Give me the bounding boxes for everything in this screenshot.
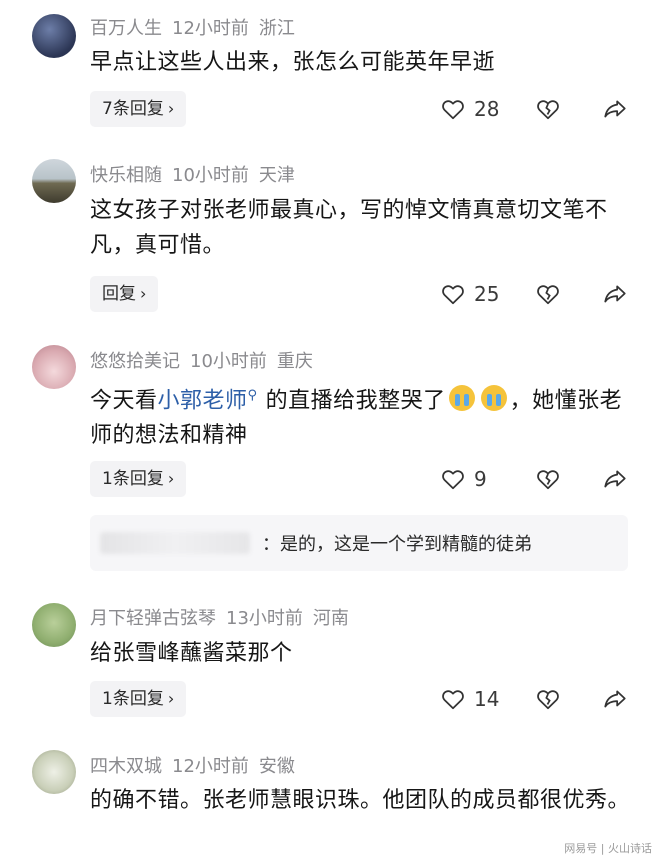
dislike-button[interactable] [535,276,561,312]
reply-label: 1条回复 [102,469,164,489]
comment-text: 的确不错。张老师慧眼识珠。他团队的成员都很优秀。 [90,788,631,813]
chevron-right-icon: › [167,469,175,488]
comment-actions: 9 [440,461,640,497]
timestamp: 12小时前 [172,756,249,777]
location: 天津 [258,165,295,186]
username[interactable]: 月下轻弹古弦琴 [90,608,216,629]
share-button[interactable] [602,276,628,312]
chevron-right-icon: › [140,284,147,303]
share-button[interactable] [602,461,628,497]
heart-outline-icon [442,100,464,120]
avatar[interactable] [32,159,76,203]
location: 安徽 [258,756,295,777]
comment-meta: 月下轻弹古弦琴 13小时前 河南 [90,604,359,630]
share-button[interactable] [602,91,628,127]
comment-meta: 百万人生 12小时前 浙江 [90,14,305,40]
avatar[interactable] [32,345,76,389]
timestamp: 12小时前 [172,18,249,39]
location: 河南 [312,608,349,629]
like-button[interactable]: 9 [440,461,487,497]
mention-link[interactable]: 小郭老师 [158,388,248,413]
comment-meta: 快乐相随 10小时前 天津 [90,161,305,187]
reply-label: 7条回复 [102,99,164,119]
reply-button[interactable]: 回复 › [90,276,159,312]
username[interactable]: 快乐相随 [90,165,162,186]
broken-heart-icon [537,285,559,305]
view-replies-button[interactable]: 1条回复 › [90,681,187,717]
heart-outline-icon [442,690,464,710]
sub-reply-text: ：是的，这是一个学到精髓的徒弟 [262,534,532,555]
share-arrow-icon [604,285,626,303]
search-icon[interactable]: ⚲ [248,388,258,403]
dislike-button[interactable] [535,91,561,127]
comment-meta: 悠悠拾美记 10小时前 重庆 [90,347,323,373]
avatar[interactable] [32,14,76,58]
comment-actions: 14 [440,681,640,717]
comment-text-after: 的直播给我整哭了 [265,388,446,414]
share-arrow-icon [604,690,626,708]
username[interactable]: 四木双城 [90,756,162,777]
chevron-right-icon: › [167,99,175,118]
timestamp: 13小时前 [226,608,303,629]
crying-emoji-icon [480,385,507,412]
dislike-button[interactable] [535,461,561,497]
avatar[interactable] [32,750,76,794]
broken-heart-icon [537,470,559,490]
blurred-username [100,532,250,554]
username[interactable]: 百万人生 [90,18,162,39]
comment-text: 这女孩子对张老师最真心，写的悼文情真意切文笔不凡，真可惜。 [90,198,608,258]
like-button[interactable]: 14 [440,681,499,717]
reply-label: 回复 [102,284,136,304]
sub-reply-preview[interactable]: ：是的，这是一个学到精髓的徒弟 [90,515,628,571]
location: 重庆 [276,351,313,372]
share-arrow-icon [604,470,626,488]
avatar[interactable] [32,603,76,647]
comment-text: 早点让这些人出来，张怎么可能英年早逝 [90,50,496,75]
timestamp: 10小时前 [190,351,267,372]
view-replies-button[interactable]: 1条回复 › [90,461,187,497]
like-count: 14 [474,687,500,711]
watermark: 网易号 | 火山诗话 [564,842,652,855]
reply-label: 1条回复 [102,689,164,709]
like-button[interactable]: 28 [440,91,499,127]
comment-meta: 四木双城 12小时前 安徽 [90,752,305,778]
timestamp: 10小时前 [172,165,249,186]
like-button[interactable]: 25 [440,276,499,312]
like-count: 25 [474,282,500,306]
chevron-right-icon: › [167,689,175,708]
comment-text-before: 今天看 [90,388,158,414]
like-count: 28 [474,97,500,121]
username[interactable]: 悠悠拾美记 [90,351,180,372]
broken-heart-icon [537,690,559,710]
view-replies-button[interactable]: 7条回复 › [90,91,187,127]
location: 浙江 [258,18,295,39]
like-count: 9 [474,467,487,491]
broken-heart-icon [537,100,559,120]
dislike-button[interactable] [535,681,561,717]
comment-actions: 25 [440,276,640,312]
share-button[interactable] [602,681,628,717]
crying-emoji-icon [448,385,475,412]
share-arrow-icon [604,100,626,118]
comment-text: 今天看小郭老师⚲ 的直播给我整哭了 ，她懂张老师的想法和精神 [90,378,630,453]
comment-actions: 28 [440,91,640,127]
comment-text: 给张雪峰蘸酱菜那个 [90,641,293,666]
heart-outline-icon [442,285,464,305]
heart-outline-icon [442,470,464,490]
